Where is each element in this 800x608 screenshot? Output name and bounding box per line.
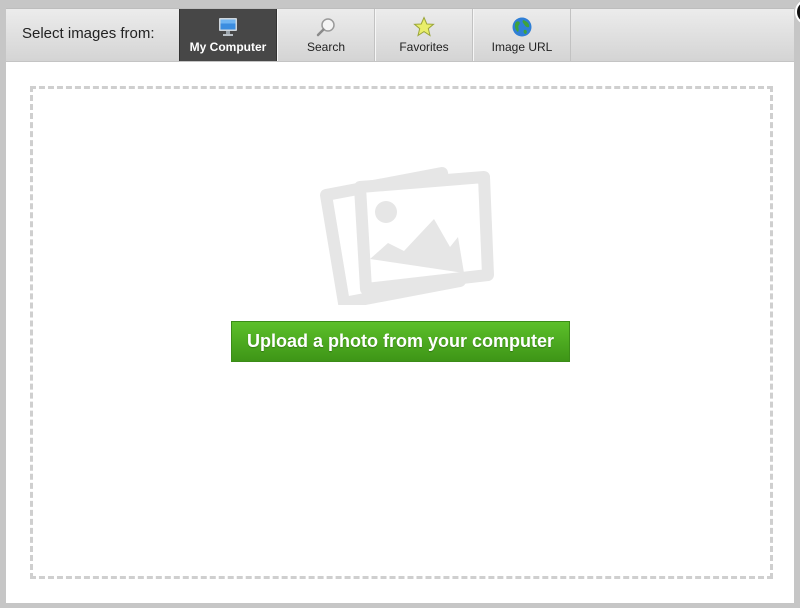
upload-photo-button[interactable]: Upload a photo from your computer [231, 321, 570, 362]
tab-label: Search [306, 40, 346, 54]
source-tabbar: Select images from: My Computer Search F [6, 9, 794, 62]
monitor-icon [219, 18, 237, 36]
tab-label: My Computer [189, 40, 267, 54]
image-picker-dialog: Select images from: My Computer Search F [6, 0, 800, 603]
globe-icon [512, 17, 532, 37]
tab-label: Image URL [491, 40, 553, 54]
tab-favorites[interactable]: Favorites [375, 9, 473, 61]
tab-image-url[interactable]: Image URL [473, 9, 571, 61]
tab-search[interactable]: Search [277, 9, 375, 61]
select-images-label: Select images from: [22, 25, 155, 42]
close-icon[interactable]: ✕ [795, 0, 800, 25]
magnifier-icon [316, 18, 335, 37]
star-icon [413, 16, 435, 37]
tab-label: Favorites [399, 40, 449, 54]
tab-my-computer[interactable]: My Computer [179, 9, 277, 61]
image-placeholder-icon [320, 167, 494, 305]
